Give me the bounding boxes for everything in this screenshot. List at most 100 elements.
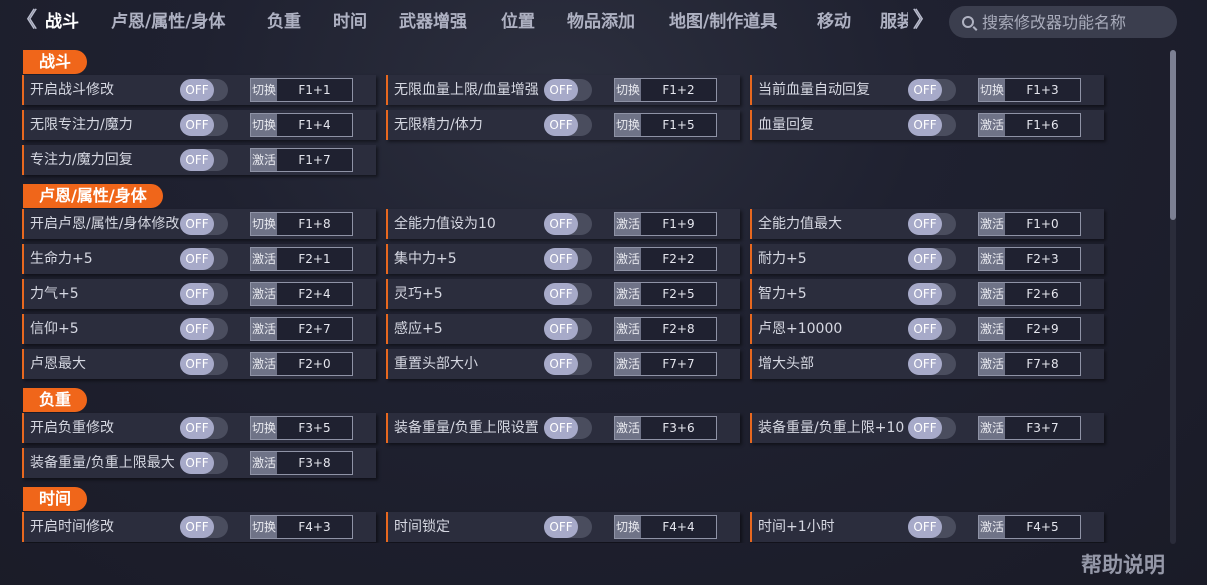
hotkey-mode[interactable]: 切换	[615, 79, 641, 101]
feature-toggle[interactable]: OFF	[908, 114, 956, 136]
hotkey-mode[interactable]: 激活	[979, 114, 1005, 136]
hotkey-field[interactable]: 激活 F2+5	[614, 282, 717, 306]
hotkey-mode[interactable]: 切换	[251, 417, 277, 439]
hotkey-mode[interactable]: 切换	[251, 79, 277, 101]
hotkey-mode[interactable]: 切换	[979, 79, 1005, 101]
feature-toggle[interactable]: OFF	[544, 516, 592, 538]
hotkey-field[interactable]: 激活 F1+0	[978, 212, 1081, 236]
feature-toggle[interactable]: OFF	[180, 114, 228, 136]
hotkey-mode[interactable]: 激活	[615, 353, 641, 375]
feature-toggle[interactable]: OFF	[544, 248, 592, 270]
feature-toggle[interactable]: OFF	[908, 353, 956, 375]
hotkey-field[interactable]: 激活 F2+8	[614, 317, 717, 341]
hotkey-field[interactable]: 激活 F2+1	[250, 247, 353, 271]
nav-prev-arrow-icon[interactable]: 〈〈	[14, 8, 38, 34]
hotkey-mode[interactable]: 切换	[251, 213, 277, 235]
hotkey-field[interactable]: 激活 F7+7	[614, 352, 717, 376]
feature-toggle[interactable]: OFF	[908, 79, 956, 101]
scrollbar[interactable]	[1170, 50, 1176, 544]
hotkey-mode[interactable]: 激活	[615, 213, 641, 235]
feature-toggle[interactable]: OFF	[180, 452, 228, 474]
tab-item[interactable]: 负重	[267, 10, 301, 34]
hotkey-mode[interactable]: 激活	[979, 213, 1005, 235]
hotkey-mode[interactable]: 切换	[251, 114, 277, 136]
feature-toggle[interactable]: OFF	[180, 417, 228, 439]
hotkey-mode[interactable]: 激活	[251, 149, 277, 171]
hotkey-mode[interactable]: 激活	[251, 452, 277, 474]
hotkey-mode[interactable]: 激活	[615, 248, 641, 270]
tab-clipped[interactable]: 服装	[880, 10, 908, 34]
hotkey-field[interactable]: 激活 F1+7	[250, 148, 353, 172]
tab-item[interactable]: 物品添加	[567, 10, 635, 34]
tab-item[interactable]: 时间	[333, 10, 367, 34]
hotkey-mode[interactable]: 切换	[251, 516, 277, 538]
tab-item[interactable]: 战斗	[45, 10, 79, 34]
hotkey-field[interactable]: 激活 F4+5	[978, 515, 1081, 539]
feature-toggle[interactable]: OFF	[908, 318, 956, 340]
hotkey-field[interactable]: 激活 F2+7	[250, 317, 353, 341]
hotkey-field[interactable]: 切换 F3+5	[250, 416, 353, 440]
hotkey-field[interactable]: 激活 F1+6	[978, 113, 1081, 137]
hotkey-field[interactable]: 切换 F1+2	[614, 78, 717, 102]
feature-toggle[interactable]: OFF	[544, 283, 592, 305]
feature-toggle[interactable]: OFF	[180, 283, 228, 305]
hotkey-mode[interactable]: 激活	[251, 248, 277, 270]
tab-item[interactable]: 移动	[817, 10, 851, 34]
feature-toggle[interactable]: OFF	[908, 417, 956, 439]
feature-toggle[interactable]: OFF	[908, 283, 956, 305]
hotkey-field[interactable]: 激活 F3+8	[250, 451, 353, 475]
feature-toggle[interactable]: OFF	[908, 516, 956, 538]
hotkey-field[interactable]: 切换 F1+4	[250, 113, 353, 137]
feature-toggle[interactable]: OFF	[544, 213, 592, 235]
feature-toggle[interactable]: OFF	[180, 353, 228, 375]
feature-toggle[interactable]: OFF	[180, 516, 228, 538]
hotkey-field[interactable]: 激活 F3+6	[614, 416, 717, 440]
feature-toggle[interactable]: OFF	[908, 248, 956, 270]
feature-toggle[interactable]: OFF	[544, 318, 592, 340]
feature-toggle[interactable]: OFF	[908, 213, 956, 235]
feature-toggle[interactable]: OFF	[544, 417, 592, 439]
feature-toggle[interactable]: OFF	[180, 213, 228, 235]
hotkey-mode[interactable]: 切换	[615, 114, 641, 136]
hotkey-mode[interactable]: 激活	[979, 248, 1005, 270]
hotkey-field[interactable]: 切换 F4+3	[250, 515, 353, 539]
feature-toggle[interactable]: OFF	[544, 114, 592, 136]
hotkey-field[interactable]: 激活 F7+8	[978, 352, 1081, 376]
feature-toggle[interactable]: OFF	[180, 149, 228, 171]
tab-item[interactable]: 武器增强	[399, 10, 467, 34]
hotkey-mode[interactable]: 激活	[979, 417, 1005, 439]
hotkey-field[interactable]: 切换 F1+5	[614, 113, 717, 137]
hotkey-mode[interactable]: 激活	[251, 353, 277, 375]
hotkey-mode[interactable]: 激活	[979, 318, 1005, 340]
hotkey-mode[interactable]: 激活	[251, 318, 277, 340]
help-button[interactable]: 帮助说明	[1081, 549, 1165, 579]
hotkey-mode[interactable]: 激活	[615, 318, 641, 340]
feature-toggle[interactable]: OFF	[180, 79, 228, 101]
hotkey-mode[interactable]: 激活	[979, 353, 1005, 375]
hotkey-field[interactable]: 切换 F1+8	[250, 212, 353, 236]
hotkey-field[interactable]: 激活 F2+6	[978, 282, 1081, 306]
hotkey-mode[interactable]: 激活	[979, 283, 1005, 305]
hotkey-field[interactable]: 激活 F2+2	[614, 247, 717, 271]
hotkey-field[interactable]: 切换 F1+1	[250, 78, 353, 102]
hotkey-field[interactable]: 激活 F2+9	[978, 317, 1081, 341]
tab-item[interactable]: 卢恩/属性/身体	[111, 10, 225, 34]
hotkey-field[interactable]: 激活 F2+3	[978, 247, 1081, 271]
nav-next-arrow-icon[interactable]: 〉〉	[912, 8, 936, 34]
hotkey-mode[interactable]: 激活	[615, 417, 641, 439]
hotkey-field[interactable]: 切换 F4+4	[614, 515, 717, 539]
hotkey-field[interactable]: 激活 F2+0	[250, 352, 353, 376]
hotkey-field[interactable]: 激活 F1+9	[614, 212, 717, 236]
feature-toggle[interactable]: OFF	[180, 318, 228, 340]
hotkey-field[interactable]: 激活 F3+7	[978, 416, 1081, 440]
hotkey-field[interactable]: 切换 F1+3	[978, 78, 1081, 102]
scrollbar-thumb[interactable]	[1170, 50, 1176, 220]
tab-item[interactable]: 地图/制作道具	[669, 10, 777, 34]
hotkey-mode[interactable]: 激活	[615, 283, 641, 305]
hotkey-mode[interactable]: 切换	[615, 516, 641, 538]
feature-toggle[interactable]: OFF	[544, 353, 592, 375]
hotkey-mode[interactable]: 激活	[979, 516, 1005, 538]
hotkey-field[interactable]: 激活 F2+4	[250, 282, 353, 306]
feature-toggle[interactable]: OFF	[544, 79, 592, 101]
search-input[interactable]	[982, 12, 1172, 32]
